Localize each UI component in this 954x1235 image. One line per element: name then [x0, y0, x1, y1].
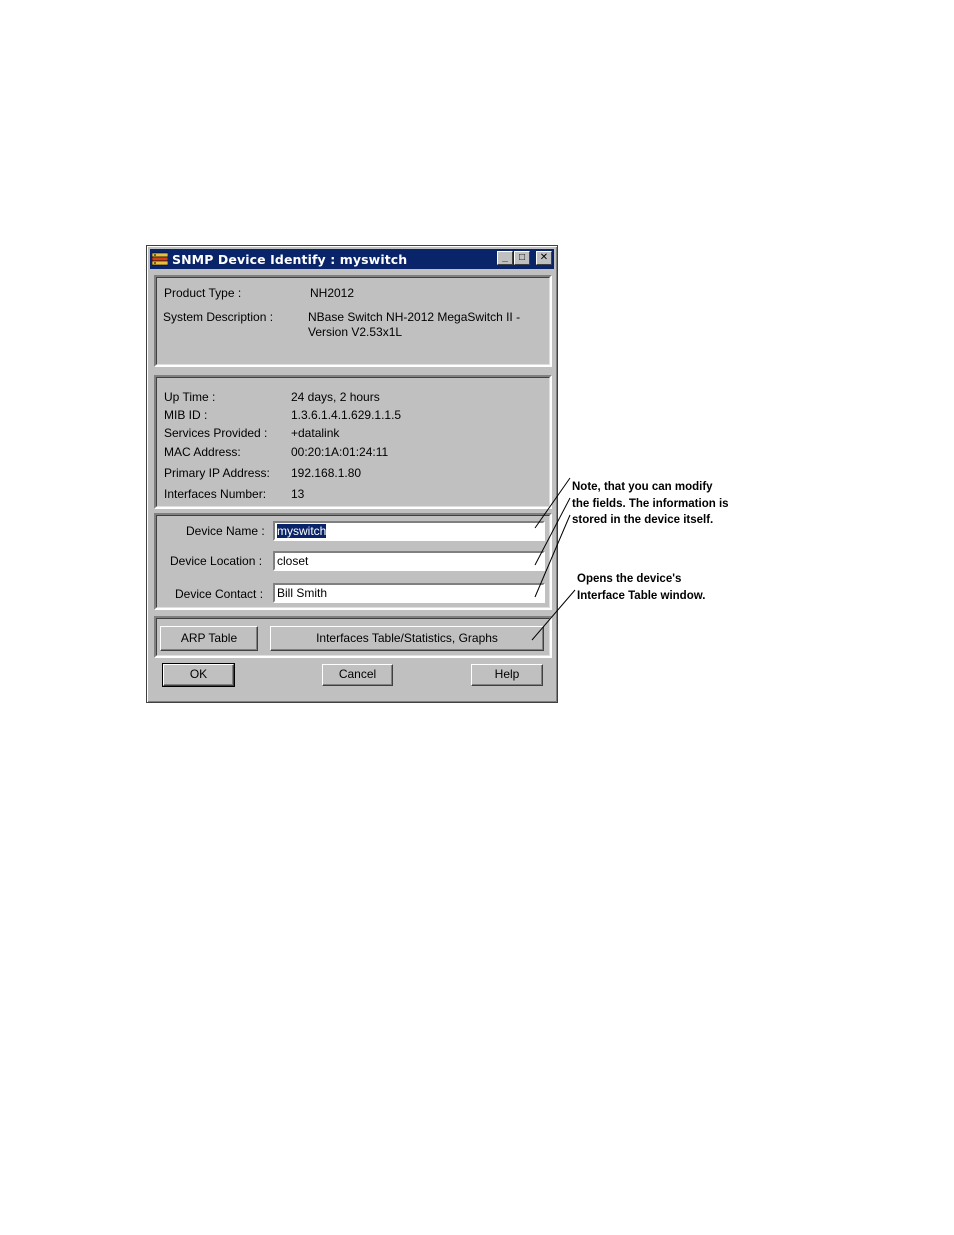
fields-note: Note, that you can modify the fields. Th… [572, 481, 729, 526]
callout-lines [531, 477, 576, 641]
interfaces-note: Opens the device's Interface Table windo… [577, 573, 706, 602]
